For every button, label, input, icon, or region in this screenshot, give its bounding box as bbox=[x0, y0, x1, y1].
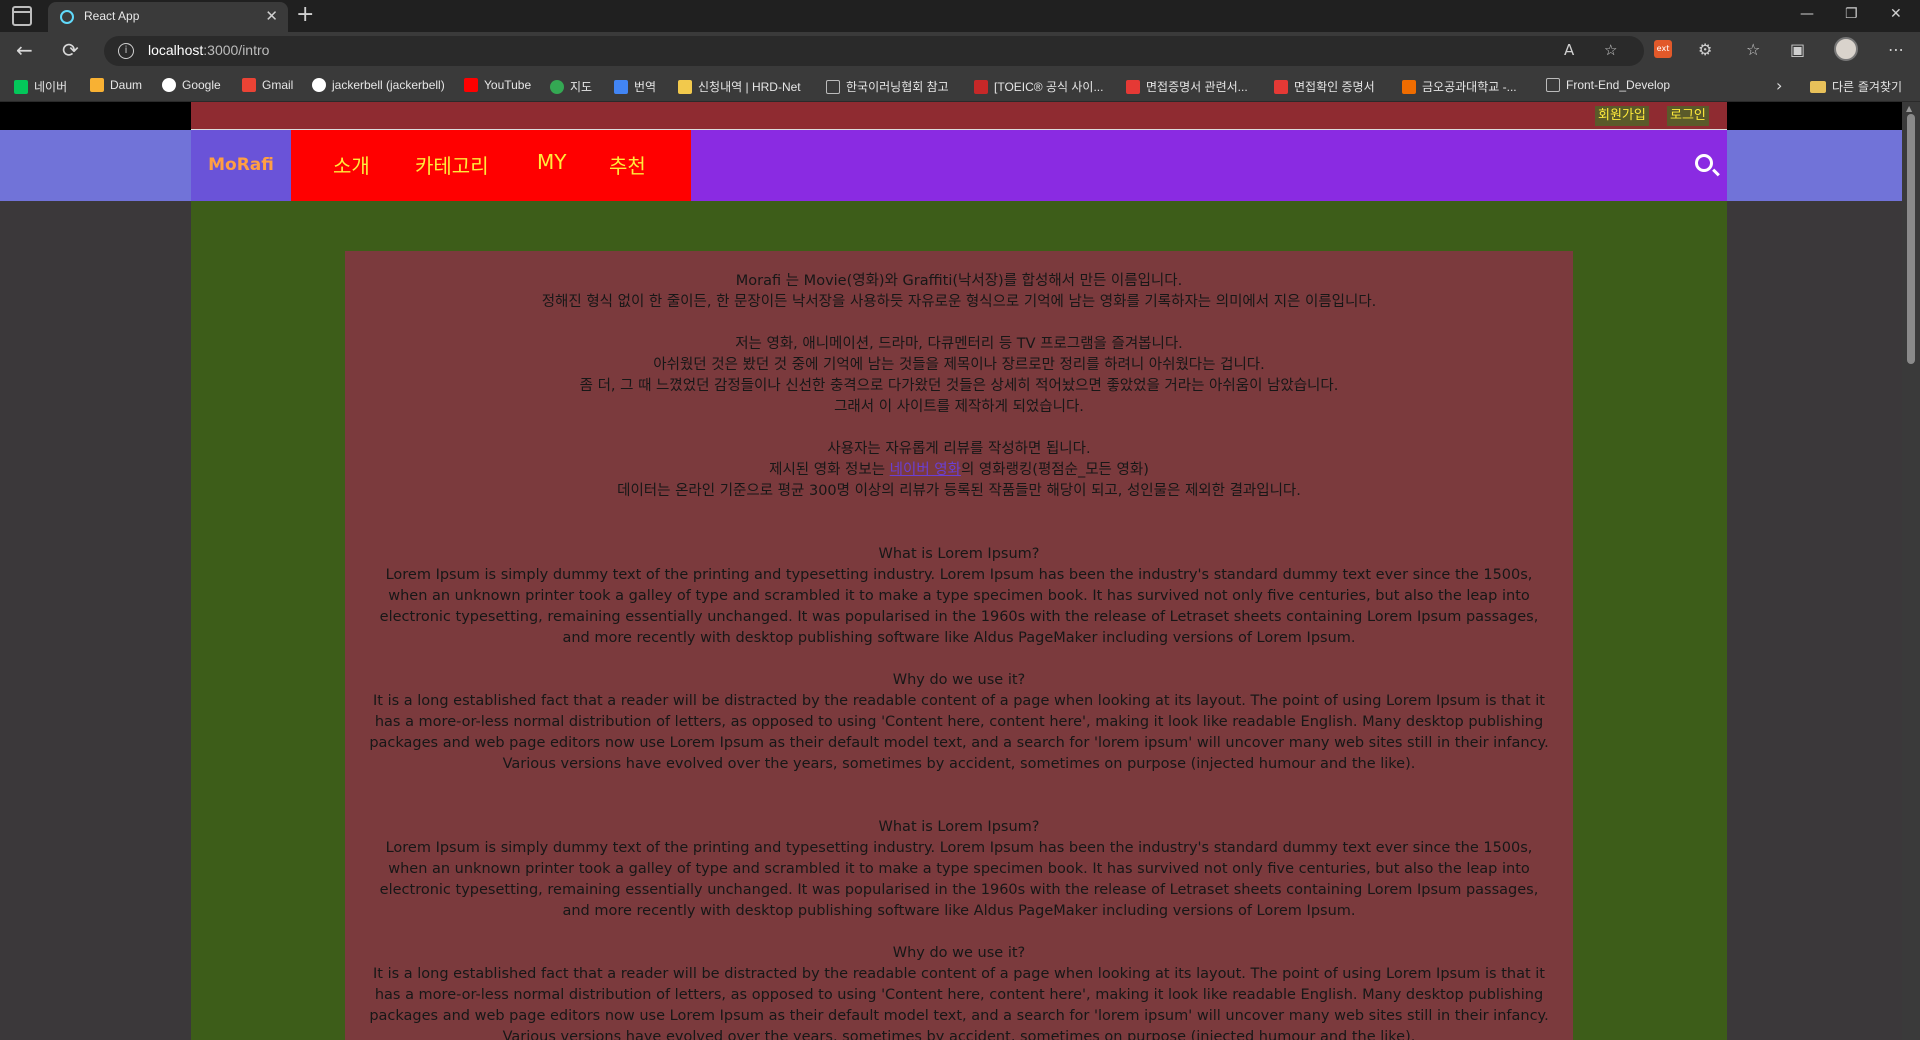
site-info-icon[interactable]: i bbox=[118, 43, 134, 59]
top-auth-strip-inner: 회원가입 로그인 bbox=[191, 102, 1727, 130]
certificate-icon bbox=[1274, 80, 1288, 94]
minimize-icon[interactable]: — bbox=[1800, 6, 1814, 22]
main-area: Morafi 는 Movie(영화)와 Graffiti(낙서장)를 합성해서 … bbox=[191, 201, 1727, 1040]
page-icon bbox=[1546, 78, 1560, 92]
bookmark-item[interactable]: Front-End_Develop bbox=[1546, 78, 1670, 92]
maps-icon bbox=[550, 80, 564, 94]
scroll-thumb[interactable] bbox=[1907, 114, 1915, 364]
extension-icon[interactable]: ext bbox=[1654, 40, 1672, 58]
read-aloud-icon[interactable]: A bbox=[1564, 41, 1574, 59]
youtube-icon bbox=[464, 78, 478, 92]
top-auth-strip: 회원가입 로그인 bbox=[0, 102, 1902, 130]
bookmark-item[interactable]: 지도 bbox=[550, 78, 592, 95]
site-logo[interactable]: MoRafi bbox=[191, 130, 291, 201]
bookmarks-bar: 네이버 Daum Google Gmail jackerbell (jacker… bbox=[0, 70, 1920, 102]
intro-text: 저는 영화, 애니메이션, 드라마, 다큐멘터리 등 TV 프로그램을 즐겨봅니… bbox=[735, 336, 1183, 352]
naver-icon bbox=[14, 80, 28, 94]
site-header-inner: MoRafi 소개 카테고리 MY 추천 bbox=[191, 130, 1727, 201]
nav-category[interactable]: 카테고리 bbox=[415, 150, 489, 179]
restore-icon[interactable]: ❐ bbox=[1845, 6, 1858, 22]
naver-movie-link[interactable]: 네이버 영화 bbox=[890, 462, 961, 478]
bookmark-item[interactable]: jackerbell (jackerbell) bbox=[312, 78, 445, 92]
university-icon bbox=[1402, 80, 1416, 94]
bookmark-item[interactable]: Daum bbox=[90, 78, 142, 92]
github-icon bbox=[312, 78, 326, 92]
login-link[interactable]: 로그인 bbox=[1667, 106, 1709, 126]
bookmark-item[interactable]: 금오공과대학교 -... bbox=[1402, 78, 1517, 95]
folder-icon bbox=[1810, 81, 1826, 93]
favorites-icon[interactable]: ☆ bbox=[1746, 40, 1760, 59]
lorem-paragraph: Lorem Ipsum is simply dummy text of the … bbox=[379, 840, 1539, 919]
intro-text: 그래서 이 사이트를 제작하게 되었습니다. bbox=[834, 399, 1084, 415]
close-tab-icon[interactable]: ✕ bbox=[265, 7, 278, 25]
refresh-icon[interactable]: ⟳ bbox=[62, 38, 79, 62]
hrd-net-icon bbox=[678, 80, 692, 94]
translate-icon bbox=[614, 80, 628, 94]
bookmark-item[interactable]: 신청내역 | HRD-Net bbox=[678, 78, 801, 95]
profile-avatar[interactable] bbox=[1834, 37, 1858, 61]
url-text[interactable]: localhost:3000/intro bbox=[148, 42, 269, 58]
intro-text: 정해진 형식 없이 한 줄이든, 한 문장이든 낙서장을 사용하듯 자유로운 형… bbox=[541, 294, 1377, 310]
bookmark-item[interactable]: 면접확인 증명서 bbox=[1274, 78, 1375, 95]
lorem-heading: What is Lorem Ipsum? bbox=[878, 819, 1040, 835]
intro-text: 사용자는 자유롭게 리뷰를 작성하면 됩니다. bbox=[827, 441, 1091, 457]
main-nav: 소개 카테고리 MY 추천 bbox=[291, 130, 691, 201]
lorem-heading: Why do we use it? bbox=[892, 945, 1026, 961]
intro-text: Morafi 는 Movie(영화)와 Graffiti(낙서장)를 합성해서 … bbox=[735, 273, 1183, 289]
address-bar[interactable]: i localhost:3000/intro A ☆ bbox=[104, 36, 1644, 66]
browser-tab[interactable]: React App ✕ bbox=[48, 2, 288, 32]
bookmark-item[interactable]: [TOEIC® 공식 사이... bbox=[974, 78, 1103, 95]
lorem-heading: What is Lorem Ipsum? bbox=[878, 546, 1040, 562]
lorem-paragraph: It is a long established fact that a rea… bbox=[369, 966, 1549, 1040]
bookmark-item[interactable]: Google bbox=[162, 78, 221, 92]
daum-icon bbox=[90, 78, 104, 92]
page-icon bbox=[826, 80, 840, 94]
bookmark-item[interactable]: 번역 bbox=[614, 78, 656, 95]
scroll-up-icon[interactable]: ▲ bbox=[1906, 104, 1912, 113]
bookmark-item[interactable]: Gmail bbox=[242, 78, 293, 92]
search-icon[interactable] bbox=[1695, 154, 1713, 172]
lorem-paragraph: It is a long established fact that a rea… bbox=[369, 693, 1549, 772]
browser-tab-bar: React App ✕ + — ❐ ✕ bbox=[0, 0, 1920, 32]
page-scrollbar[interactable]: ▲ bbox=[1902, 102, 1920, 1040]
lorem-heading: Why do we use it? bbox=[892, 672, 1026, 688]
browser-toolbar: ← ⟳ i localhost:3000/intro A ☆ ext ⚙ ☆ ▣… bbox=[0, 32, 1920, 70]
toeic-icon bbox=[974, 80, 988, 94]
bookmark-item[interactable]: 네이버 bbox=[14, 78, 67, 95]
intro-text: 데이터는 온라인 기준으로 평균 300명 이상의 리뷰가 등록된 작품들만 해… bbox=[617, 483, 1301, 499]
google-icon bbox=[162, 78, 176, 92]
bookmark-item[interactable]: 한국이러닝협회 참고 bbox=[826, 78, 949, 95]
back-icon[interactable]: ← bbox=[16, 38, 33, 62]
nav-recommend[interactable]: 추천 bbox=[609, 150, 646, 179]
other-favorites-folder[interactable]: 다른 즐겨찾기 bbox=[1810, 78, 1902, 95]
nav-intro[interactable]: 소개 bbox=[333, 150, 370, 179]
add-favorite-icon[interactable]: ☆ bbox=[1604, 41, 1617, 59]
bookmark-item[interactable]: 면접증명서 관련서... bbox=[1126, 78, 1248, 95]
page-viewport: 회원가입 로그인 MoRafi 소개 카테고리 MY 추천 Morafi 는 M… bbox=[0, 102, 1902, 1040]
nav-my[interactable]: MY bbox=[537, 150, 566, 174]
gmail-icon bbox=[242, 78, 256, 92]
tab-actions-icon[interactable] bbox=[12, 6, 32, 26]
chevron-right-icon[interactable]: › bbox=[1776, 76, 1782, 95]
react-favicon-icon bbox=[60, 10, 74, 24]
new-tab-icon[interactable]: + bbox=[296, 3, 314, 27]
bookmark-item[interactable]: YouTube bbox=[464, 78, 531, 92]
intro-text: 좀 더, 그 때 느꼈었던 감정들이나 신선한 충격으로 다가왔던 것들은 상세… bbox=[579, 378, 1339, 394]
lorem-paragraph: Lorem Ipsum is simply dummy text of the … bbox=[379, 567, 1539, 646]
intro-text: 제시된 영화 정보는 네이버 영화의 영화랭킹(평점순_모든 영화) bbox=[769, 462, 1149, 478]
tab-title: React App bbox=[84, 9, 140, 23]
collections-icon[interactable]: ▣ bbox=[1790, 40, 1805, 59]
extensions-icon[interactable]: ⚙ bbox=[1698, 40, 1712, 59]
certificate-icon bbox=[1126, 80, 1140, 94]
intro-content: Morafi 는 Movie(영화)와 Graffiti(낙서장)를 합성해서 … bbox=[345, 251, 1573, 1040]
more-menu-icon[interactable]: ⋯ bbox=[1888, 40, 1904, 59]
signup-link[interactable]: 회원가입 bbox=[1595, 106, 1649, 126]
intro-text: 아쉬웠던 것은 봤던 것 중에 기억에 남는 것들을 제목이나 장르로만 정리를… bbox=[653, 357, 1265, 373]
close-window-icon[interactable]: ✕ bbox=[1890, 6, 1902, 22]
site-header: MoRafi 소개 카테고리 MY 추천 bbox=[0, 130, 1902, 201]
